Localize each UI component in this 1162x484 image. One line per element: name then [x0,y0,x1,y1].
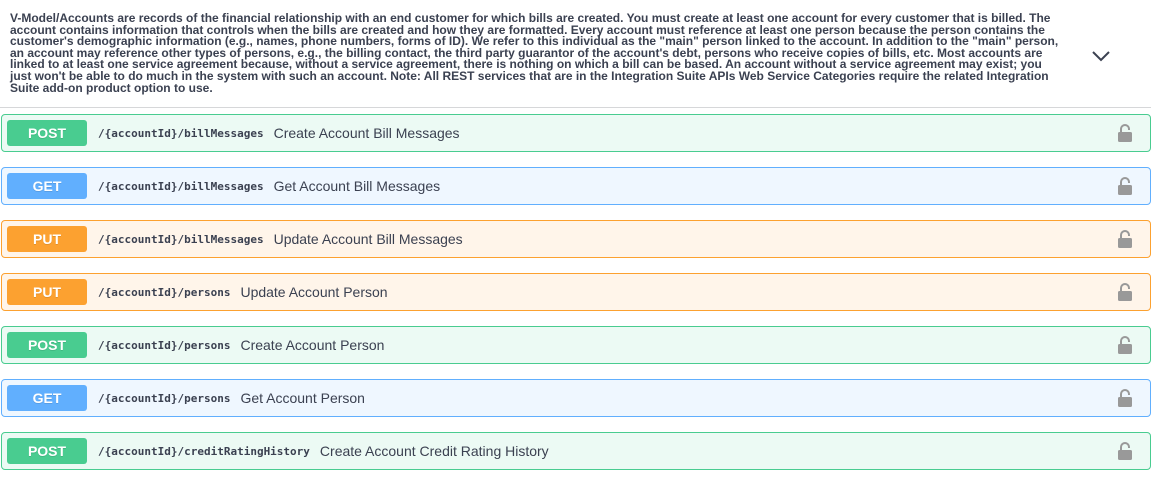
method-badge: POST [7,438,87,464]
operation-post-persons[interactable]: POST /{accountId}/persons Create Account… [1,326,1151,364]
operation-path: /{accountId}/persons [98,338,231,352]
tag-description: V-Model/Accounts are records of the fina… [10,11,1059,95]
method-badge: PUT [7,279,87,305]
tag-section-header[interactable]: V-Model/Accounts are records of the fina… [0,0,1151,108]
operation-summary: Update Account Bill Messages [273,231,463,247]
operation-summary: Create Account Bill Messages [273,125,460,141]
method-badge: GET [7,173,87,199]
method-badge: POST [7,120,87,146]
operation-path: /{accountId}/billMessages [98,126,264,140]
operation-path: /{accountId}/billMessages [98,232,264,246]
lock-icon[interactable] [1117,441,1133,461]
method-badge: GET [7,385,87,411]
operation-summary: Update Account Person [240,284,388,300]
chevron-down-icon[interactable] [1089,46,1113,66]
operation-summary: Create Account Person [240,337,385,353]
operation-post-credit-rating-history[interactable]: POST /{accountId}/creditRatingHistory Cr… [1,432,1151,470]
operation-put-persons[interactable]: PUT /{accountId}/persons Update Account … [1,273,1151,311]
operation-get-bill-messages[interactable]: GET /{accountId}/billMessages Get Accoun… [1,167,1151,205]
operation-path: /{accountId}/creditRatingHistory [98,444,310,458]
operation-path: /{accountId}/persons [98,285,231,299]
operation-put-bill-messages[interactable]: PUT /{accountId}/billMessages Update Acc… [1,220,1151,258]
operation-summary: Create Account Credit Rating History [319,443,549,459]
operation-path: /{accountId}/persons [98,391,231,405]
lock-icon[interactable] [1117,335,1133,355]
lock-icon[interactable] [1117,388,1133,408]
operation-post-bill-messages[interactable]: POST /{accountId}/billMessages Create Ac… [1,114,1151,152]
lock-icon[interactable] [1117,282,1133,302]
method-badge: PUT [7,226,87,252]
lock-icon[interactable] [1117,229,1133,249]
lock-icon[interactable] [1117,123,1133,143]
operation-summary: Get Account Person [240,390,365,406]
operation-path: /{accountId}/billMessages [98,179,264,193]
lock-icon[interactable] [1117,176,1133,196]
operation-get-persons[interactable]: GET /{accountId}/persons Get Account Per… [1,379,1151,417]
method-badge: POST [7,332,87,358]
operation-summary: Get Account Bill Messages [273,178,441,194]
